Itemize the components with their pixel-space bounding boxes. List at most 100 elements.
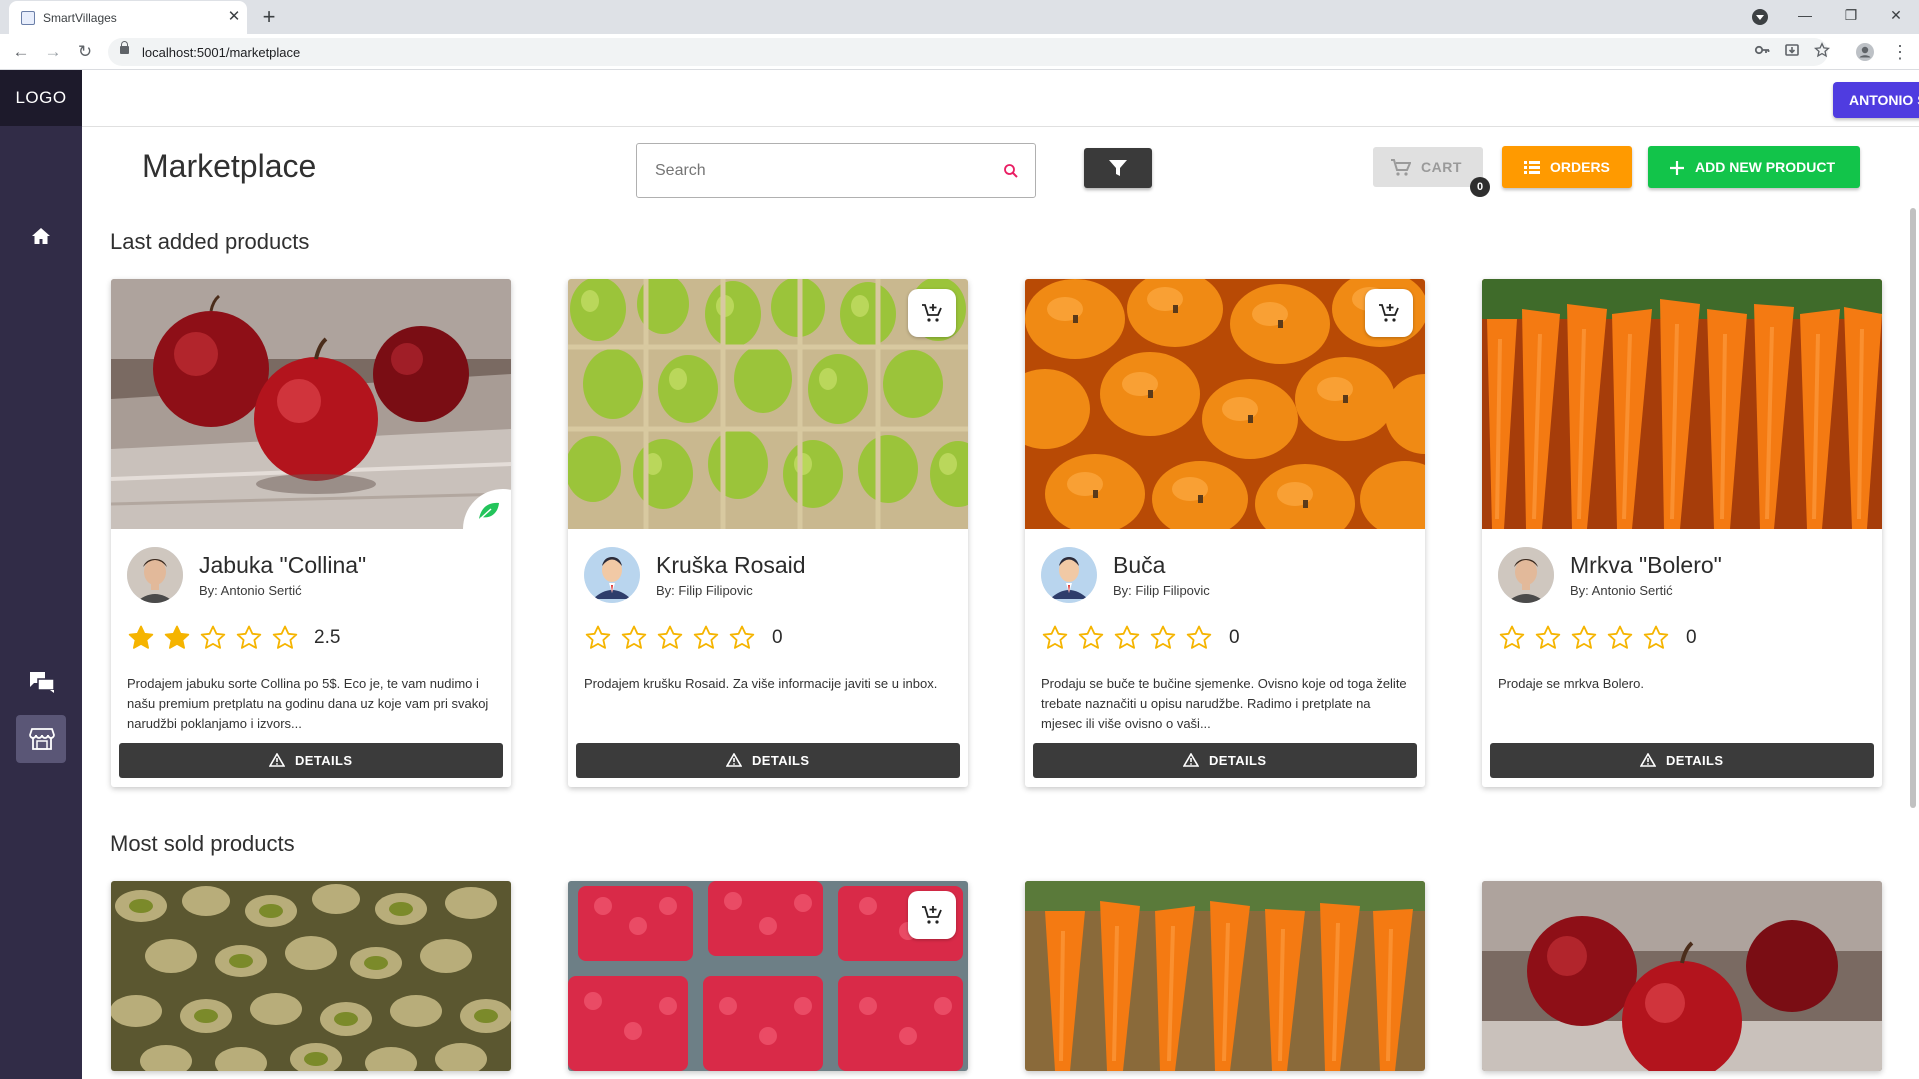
details-button[interactable]: DETAILS <box>119 743 503 778</box>
section-title-last-added: Last added products <box>110 229 310 254</box>
list-icon <box>1524 161 1540 174</box>
section-title-most-sold: Most sold products <box>110 831 295 856</box>
product-description: Prodaje se mrkva Bolero. <box>1498 676 1644 691</box>
product-author: By: Filip Filipovic <box>1113 583 1210 598</box>
product-name[interactable]: Jabuka "Collina" <box>199 552 366 579</box>
cart-count-badge: 0 <box>1470 177 1490 197</box>
product-image[interactable] <box>1025 881 1425 1071</box>
add-cart-icon <box>922 304 942 322</box>
star-filled-icon[interactable] <box>127 624 155 652</box>
star-empty-icon[interactable] <box>1185 624 1213 652</box>
orders-label: ORDERS <box>1550 159 1610 175</box>
browser-tab-bar: SmartVillages ✕ + — ❐ ✕ <box>0 0 1919 34</box>
star-empty-icon[interactable] <box>692 624 720 652</box>
cart-icon <box>1391 159 1411 176</box>
add-new-product-label: ADD NEW PRODUCT <box>1695 159 1835 175</box>
product-image[interactable] <box>1482 881 1882 1071</box>
cart-button[interactable]: CART <box>1373 147 1483 187</box>
search-icon[interactable] <box>1003 163 1019 179</box>
product-card <box>1482 881 1882 1071</box>
avatar <box>1041 547 1097 603</box>
star-empty-icon[interactable] <box>1077 624 1105 652</box>
sidebar-item-messages[interactable] <box>16 658 66 706</box>
browser-tab[interactable]: SmartVillages ✕ <box>9 1 247 34</box>
star-empty-icon[interactable] <box>235 624 263 652</box>
sidebar-item-home[interactable] <box>16 212 66 260</box>
product-card: Mrkva "Bolero" By: Antonio Sertić 0 Prod… <box>1482 279 1882 787</box>
star-empty-icon[interactable] <box>1642 624 1670 652</box>
warning-icon <box>1183 753 1199 767</box>
product-image[interactable] <box>1482 279 1882 529</box>
forward-icon[interactable]: → <box>40 39 66 65</box>
reload-icon[interactable]: ↻ <box>72 39 98 65</box>
app-logo[interactable]: LOGO <box>0 70 82 126</box>
product-name[interactable]: Kruška Rosaid <box>656 552 806 579</box>
star-empty-icon[interactable] <box>656 624 684 652</box>
product-card: Buča By: Filip Filipovic 0 Prodaju se bu… <box>1025 279 1425 787</box>
user-menu-button[interactable]: ANTONIO SERTIĆ <box>1833 82 1919 118</box>
minimize-icon[interactable]: — <box>1782 0 1828 30</box>
star-empty-icon[interactable] <box>1113 624 1141 652</box>
star-empty-icon[interactable] <box>1570 624 1598 652</box>
add-to-cart-button[interactable] <box>908 289 956 337</box>
warning-icon <box>1640 753 1656 767</box>
rating-value: 2.5 <box>314 627 341 648</box>
tab-search-icon[interactable] <box>1752 9 1768 25</box>
page-scrollbar[interactable] <box>1910 208 1916 808</box>
avatar <box>127 547 183 603</box>
rating-value: 0 <box>1229 627 1240 648</box>
back-icon[interactable]: ← <box>8 39 34 65</box>
sidebar-item-marketplace[interactable] <box>16 715 66 763</box>
star-empty-icon[interactable] <box>199 624 227 652</box>
details-label: DETAILS <box>1666 753 1724 768</box>
bookmark-star-icon[interactable] <box>1812 42 1832 62</box>
orders-button[interactable]: ORDERS <box>1502 146 1632 188</box>
star-empty-icon[interactable] <box>271 624 299 652</box>
product-image[interactable] <box>111 279 511 529</box>
star-empty-icon[interactable] <box>620 624 648 652</box>
install-icon[interactable] <box>1782 42 1802 62</box>
star-empty-icon[interactable] <box>1041 624 1069 652</box>
filter-button[interactable] <box>1084 148 1152 188</box>
product-image[interactable] <box>111 881 511 1071</box>
search-input[interactable] <box>647 154 987 188</box>
avatar <box>1498 547 1554 603</box>
rating-value: 0 <box>772 627 783 648</box>
details-button[interactable]: DETAILS <box>576 743 960 778</box>
key-icon[interactable] <box>1752 42 1772 62</box>
star-empty-icon[interactable] <box>1606 624 1634 652</box>
star-empty-icon[interactable] <box>1498 624 1526 652</box>
star-empty-icon[interactable] <box>584 624 612 652</box>
star-empty-icon[interactable] <box>1534 624 1562 652</box>
new-tab-icon[interactable]: + <box>256 4 282 30</box>
product-description: Prodajem jabuku sorte Collina po 5$. Eco… <box>127 676 489 731</box>
add-to-cart-button[interactable] <box>908 891 956 939</box>
browser-menu-icon[interactable]: ⋮ <box>1890 39 1910 65</box>
tab-close-icon[interactable]: ✕ <box>223 6 245 28</box>
details-label: DETAILS <box>1209 753 1267 768</box>
product-author: By: Filip Filipovic <box>656 583 753 598</box>
product-name[interactable]: Buča <box>1113 552 1165 579</box>
page-title: Marketplace <box>142 148 317 184</box>
details-button[interactable]: DETAILS <box>1490 743 1874 778</box>
avatar <box>584 547 640 603</box>
star-empty-icon[interactable] <box>1149 624 1177 652</box>
add-to-cart-button[interactable] <box>1365 289 1413 337</box>
star-filled-icon[interactable] <box>163 624 191 652</box>
details-button[interactable]: DETAILS <box>1033 743 1417 778</box>
add-new-product-button[interactable]: ADD NEW PRODUCT <box>1648 146 1860 188</box>
profile-icon[interactable] <box>1855 42 1875 62</box>
details-label: DETAILS <box>295 753 353 768</box>
add-cart-icon <box>1379 304 1399 322</box>
address-bar[interactable]: localhost:5001/marketplace <box>108 38 1831 66</box>
window-close-icon[interactable]: ✕ <box>1873 0 1919 30</box>
product-name[interactable]: Mrkva "Bolero" <box>1570 552 1722 579</box>
maximize-icon[interactable]: ❐ <box>1828 0 1874 30</box>
tab-title: SmartVillages <box>43 11 117 25</box>
product-card: Kruška Rosaid By: Filip Filipovic 0 Prod… <box>568 279 968 787</box>
cart-label: CART <box>1421 159 1462 175</box>
url-text: localhost:5001/marketplace <box>142 45 301 60</box>
app-topbar: ANTONIO SERTIĆ <box>82 70 1919 127</box>
app-sidebar: LOGO <box>0 70 82 1079</box>
star-empty-icon[interactable] <box>728 624 756 652</box>
